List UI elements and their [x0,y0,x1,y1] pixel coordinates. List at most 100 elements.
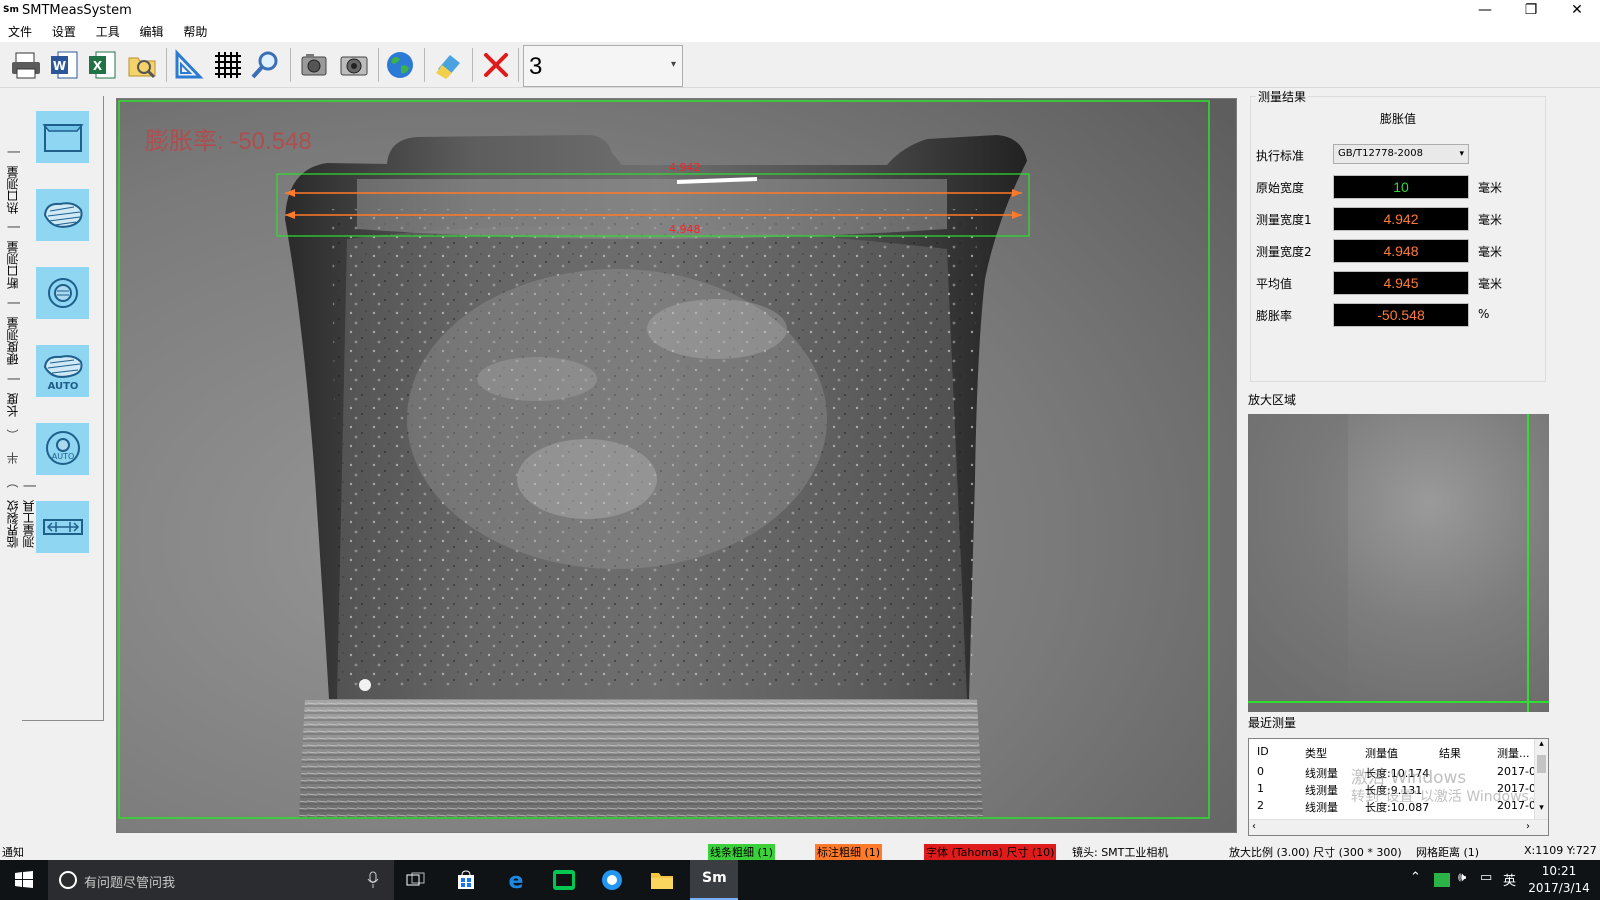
excel-export-icon: X [89,51,116,79]
svg-text:e: e [509,869,524,892]
store-button[interactable] [452,866,480,894]
menu-edit[interactable]: 编辑 [140,22,164,42]
menu-settings[interactable]: 设置 [52,22,76,42]
taskbar-search[interactable]: 有问题尽管问我 [48,860,394,900]
minimize-button[interactable]: — [1462,0,1508,22]
open-image-button[interactable] [124,47,160,83]
smt-app-taskbar-button[interactable]: Sm [690,860,738,900]
list-horizontal-scrollbar[interactable]: ‹ › [1249,819,1548,835]
auto-circle-tool-button[interactable]: AUTO [36,423,89,475]
zoom-level-select[interactable]: 3 ▾ [523,45,683,87]
auto-area-tool-button[interactable]: AUTO [36,345,89,397]
edge-button[interactable]: e [502,866,530,894]
ruler-button[interactable] [170,47,206,83]
vertical-tabs: 临界裂纹 ） 半 （ 长度 | 硬度测量 | 断口测量 | 热口测量 | 测量工… [5,149,36,548]
menu-file[interactable]: 文件 [8,22,32,42]
list-header: ID 类型 测量值 结果 测量... [1257,745,1530,761]
tab-length[interactable]: 长度 [5,393,21,417]
average-value: 4.945 [1333,271,1469,295]
magnifier-icon [251,51,278,79]
measure-line-1-label: 4.942 [669,161,701,174]
col-result[interactable]: 结果 [1439,745,1461,761]
system-clock[interactable]: 10:21 2017/3/14 [1520,863,1598,897]
circle-tool-button[interactable] [36,267,89,319]
width2-unit: 毫米 [1478,245,1503,259]
expansion-rate-label: 膨胀率 [1256,309,1293,323]
col-date[interactable]: 测量... [1497,745,1530,761]
word-export-icon: W [51,51,78,79]
video-player-icon [553,870,575,890]
auto-circle-icon: AUTO [45,431,80,465]
task-view-button[interactable] [402,866,430,894]
col-value[interactable]: 测量值 [1365,745,1398,761]
start-button[interactable] [10,866,38,894]
svg-text:AUTO: AUTO [51,452,74,461]
maximize-button[interactable]: ❐ [1508,0,1554,22]
svg-text:W: W [53,59,66,73]
tab-hardness[interactable]: 硬度测量 [5,317,21,365]
windows-logo-icon [15,871,33,888]
col-type[interactable]: 类型 [1305,745,1327,761]
zoom-preview [1248,414,1549,712]
camera-button[interactable] [296,47,332,83]
measure-line-2-label: 4.948 [669,223,701,236]
delete-icon [484,53,508,77]
file-explorer-button[interactable] [648,866,676,894]
original-width-unit: 毫米 [1478,181,1503,195]
specimen-image: 4.942 4.948 [117,99,1236,832]
cortana-icon [59,871,77,889]
word-export-button[interactable]: W [46,47,82,83]
status-font[interactable]: 字体 (Tahoma) 尺寸 (10) [924,844,1057,860]
magnifier-button[interactable] [248,47,284,83]
tab-fracture[interactable]: 断口测量 [5,241,21,289]
status-notice: 通知 [2,846,24,859]
excel-export-button[interactable]: X [84,47,120,83]
status-grid: 网格距离 (1) [1416,846,1480,859]
globe-button[interactable] [382,47,418,83]
print-icon [12,52,40,79]
browser-button[interactable] [598,866,626,894]
search-placeholder: 有问题尽管问我 [84,876,176,891]
eraser-button[interactable] [430,47,466,83]
menu-help[interactable]: 帮助 [183,22,207,42]
toolbar: W X [0,42,1600,88]
grid-button[interactable] [210,47,246,83]
zoom-area-title: 放大区域 [1248,393,1297,407]
tab-critical-crack[interactable]: 临界裂纹 [5,500,21,548]
standard-select[interactable]: GB/T12778-2008 ▾ [1333,144,1469,164]
rect-tool-button[interactable] [36,111,89,163]
tray-app-icon[interactable] [1434,873,1450,887]
status-label-width[interactable]: 标注粗细 (1) [815,844,883,860]
recent-measure-list[interactable]: ID 类型 测量值 结果 测量... 0 线测量 长度:10.174 2017-… [1248,738,1549,836]
status-line-width[interactable]: 线条粗细 (1) [708,844,776,860]
width1-label: 测量宽度1 [1256,213,1312,227]
list-vertical-scrollbar[interactable]: ▴ ▾ [1534,739,1548,819]
average-unit: 毫米 [1478,277,1503,291]
tab-measure-tools[interactable]: 测量工具 [21,500,37,548]
zoom-level-value: 3 [529,53,543,80]
expansion-rate-value: -50.548 [1333,303,1469,327]
tray-chevron-icon[interactable]: ⌃ [1410,870,1421,885]
capture-button[interactable] [336,47,372,83]
area-tool-button[interactable] [36,189,89,241]
measurement-image-panel[interactable]: 4.942 4.948 膨胀率: -50.548 [116,98,1237,833]
col-id[interactable]: ID [1257,745,1269,758]
iqiyi-button[interactable] [550,866,578,894]
globe-icon [387,52,413,78]
ruler-icon [175,49,204,79]
print-button[interactable] [8,47,44,83]
clock-date: 2017/3/14 [1528,881,1590,895]
width2-value: 4.948 [1333,239,1469,263]
original-width-label: 原始宽度 [1256,181,1305,195]
delete-button[interactable] [478,47,514,83]
smt-app-icon: Sm [702,870,727,886]
auto-area-icon: AUTO [43,355,82,391]
menu-tools[interactable]: 工具 [96,22,120,42]
network-icon[interactable]: ▭ [1480,870,1492,885]
results-group-title: 测量结果 [1256,88,1309,105]
volume-icon[interactable]: 🕪 [1458,870,1466,885]
width-tool-button[interactable] [36,501,89,553]
close-button[interactable]: ✕ [1554,0,1600,22]
tab-heat-cut[interactable]: 热口测量 [5,166,21,214]
ime-indicator[interactable]: 英 [1503,870,1516,889]
